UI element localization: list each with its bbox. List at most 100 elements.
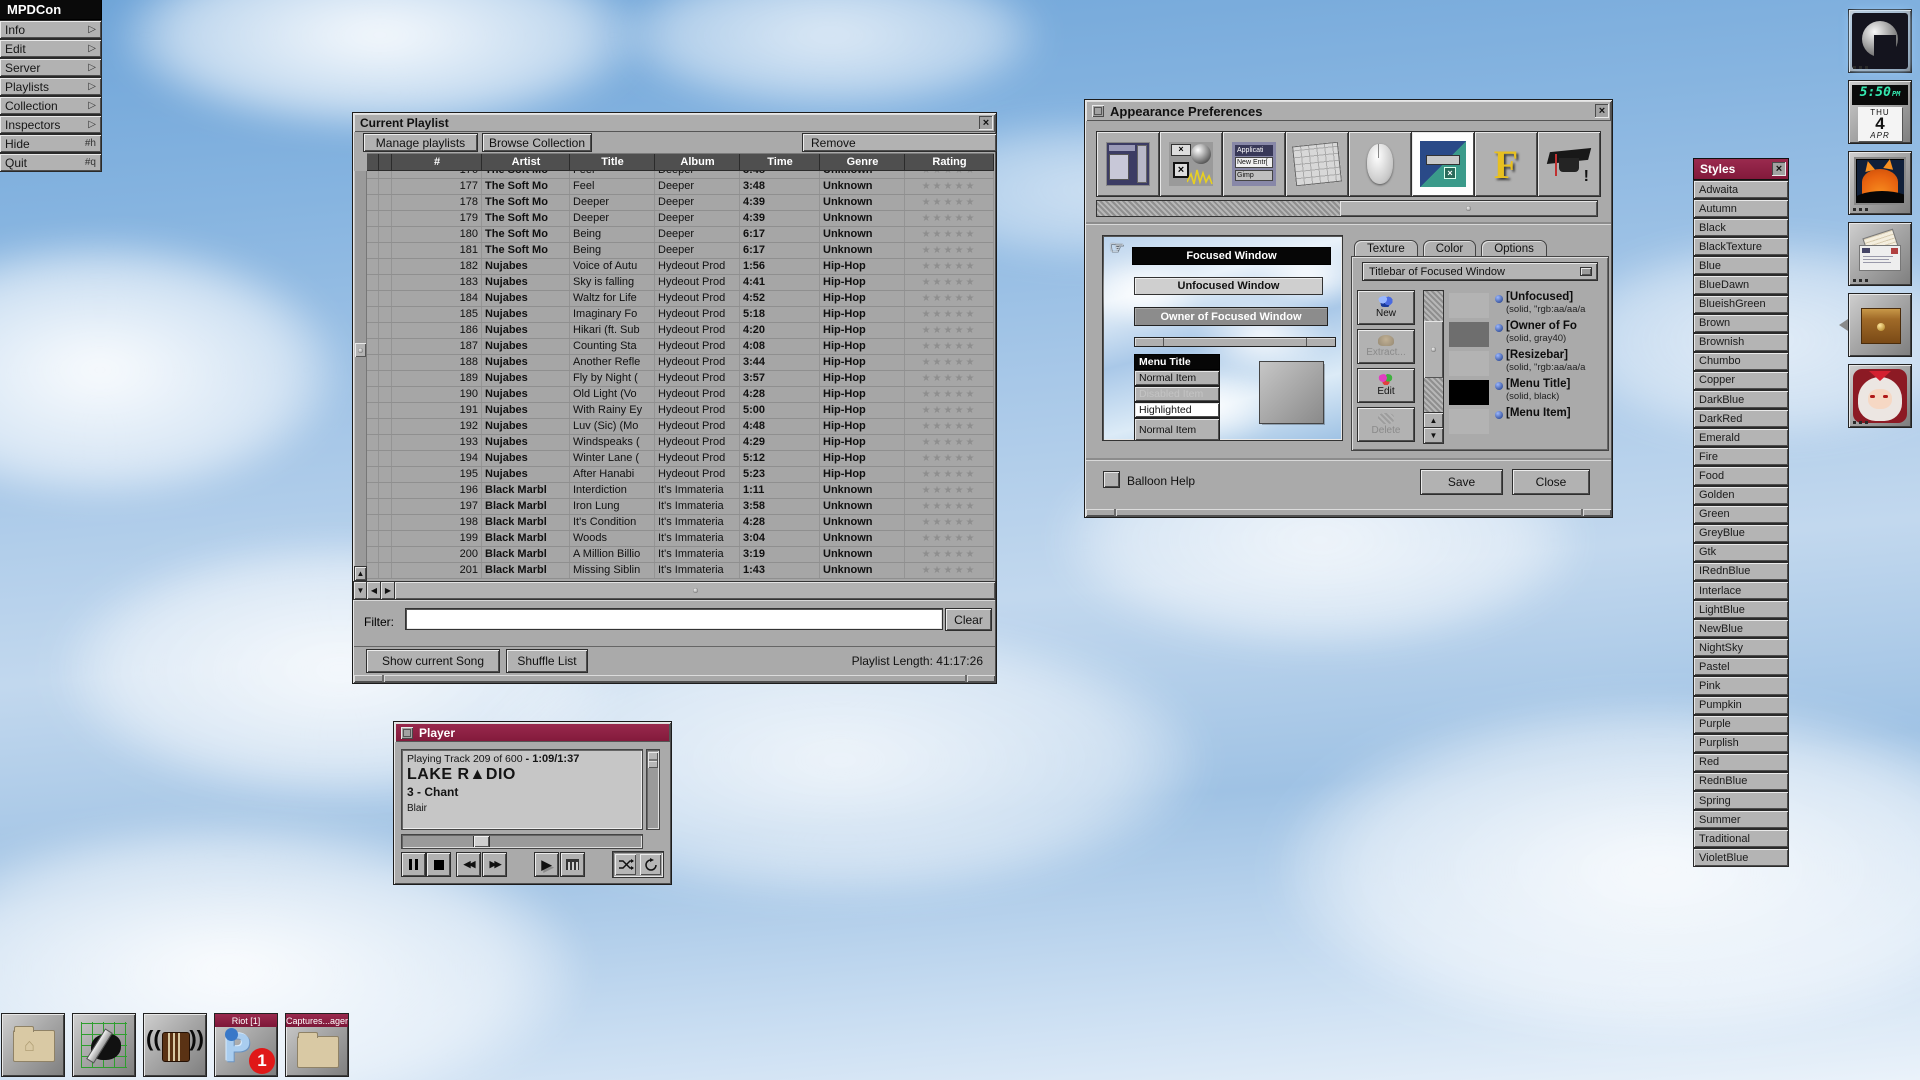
playlist-vertical-scrollbar[interactable]: ▲ <box>354 171 367 581</box>
texture-list-scrollbar[interactable]: ▲ ▼ <box>1424 291 1443 443</box>
playlist-horizontal-scrollbar[interactable]: ▼ ◀ ▶ <box>354 582 995 599</box>
header-album[interactable]: Album <box>655 153 740 171</box>
header-artist[interactable]: Artist <box>482 153 570 171</box>
style-item-violetblue[interactable]: VioletBlue <box>1694 849 1788 866</box>
header-rating[interactable]: Rating <box>905 153 994 171</box>
dock-drawer-tile[interactable] <box>1849 294 1911 356</box>
pause-button[interactable] <box>402 853 425 876</box>
riot-miniwindow[interactable]: Riot [1] P 1 <box>215 1014 277 1076</box>
style-item-pastel[interactable]: Pastel <box>1694 658 1788 675</box>
style-item-darkred[interactable]: DarkRed <box>1694 410 1788 427</box>
tab-color[interactable]: Color <box>1423 240 1476 258</box>
preview-unfocused-titlebar[interactable]: Unfocused Window <box>1135 278 1322 294</box>
styles-titlebar[interactable]: Styles × <box>1694 159 1788 179</box>
preview-resizebar[interactable] <box>1135 338 1335 346</box>
style-item-bluedawn[interactable]: BlueDawn <box>1694 276 1788 293</box>
home-folder-appicon[interactable]: ⌂ <box>2 1014 64 1076</box>
style-item-purplish[interactable]: Purplish <box>1694 735 1788 752</box>
new-texture-button[interactable]: New <box>1358 291 1414 324</box>
style-item-fire[interactable]: Fire <box>1694 448 1788 465</box>
style-item-lightblue[interactable]: LightBlue <box>1694 601 1788 618</box>
playlist-row[interactable]: 187NujabesCounting StaHydeout Prod4:08Hi… <box>367 339 994 355</box>
scrollbar-thumb[interactable] <box>355 343 366 357</box>
player-titlebar[interactable]: Player <box>395 723 670 742</box>
radio-appicon[interactable]: (( )) <box>144 1014 206 1076</box>
remove-dropdown[interactable]: Remove <box>803 134 996 151</box>
preview-focused-titlebar[interactable]: Focused Window <box>1133 248 1330 264</box>
shuffle-button[interactable] <box>615 854 636 875</box>
preview-menu-highlighted[interactable]: Highlighted <box>1135 403 1219 417</box>
style-item-darkblue[interactable]: DarkBlue <box>1694 391 1788 408</box>
style-item-chumbo[interactable]: Chumbo <box>1694 353 1788 370</box>
preview-owner-titlebar[interactable]: Owner of Focused Window <box>1135 308 1327 325</box>
playlist-row[interactable]: 188NujabesAnother RefleHydeout Prod3:44H… <box>367 355 994 371</box>
style-item-pink[interactable]: Pink <box>1694 677 1788 694</box>
style-item-emerald[interactable]: Emerald <box>1694 429 1788 446</box>
scrollbar-track[interactable] <box>395 582 995 599</box>
style-item-summer[interactable]: Summer <box>1694 811 1788 828</box>
miniaturize-icon[interactable] <box>401 727 413 739</box>
toolbar-scrollbar-knob[interactable] <box>1340 201 1597 216</box>
style-item-irednblue[interactable]: IRednBlue <box>1694 563 1788 580</box>
style-item-interlace[interactable]: Interlace <box>1694 582 1788 599</box>
toolbar-menu-style-button[interactable]: Applicati New Entr[ Gimp <box>1223 132 1285 196</box>
playlist-row[interactable]: 180The Soft MoBeingDeeper6:17Unknown★★★★… <box>367 227 994 243</box>
style-item-purple[interactable]: Purple <box>1694 716 1788 733</box>
rewind-button[interactable]: ◀◀ <box>457 853 480 876</box>
dock-clock-tile[interactable]: 5:50PM THU 4 APR <box>1849 81 1911 143</box>
playlist-row[interactable]: 200Black MarblA Million BillioIt's Immat… <box>367 547 994 563</box>
scroll-down-icon[interactable]: ▼ <box>1424 428 1443 443</box>
texture-target-dropdown[interactable]: Titlebar of Focused Window <box>1363 263 1597 280</box>
style-item-newblue[interactable]: NewBlue <box>1694 620 1788 637</box>
mpdcon-item-edit[interactable]: Edit▷ <box>0 40 101 57</box>
mpdcon-item-quit[interactable]: Quit#q <box>0 154 101 171</box>
mpdcon-item-collection[interactable]: Collection▷ <box>0 97 101 114</box>
manage-playlists-button[interactable]: Manage playlists <box>364 134 477 151</box>
captures-miniwindow[interactable]: Captures...ager <box>286 1014 348 1076</box>
style-item-spring[interactable]: Spring <box>1694 792 1788 809</box>
seek-thumb[interactable] <box>473 836 490 847</box>
close-icon[interactable]: × <box>1595 104 1609 118</box>
save-button[interactable]: Save <box>1421 470 1502 494</box>
dock-collapse-arrow-icon[interactable] <box>1839 319 1848 331</box>
miniaturize-icon[interactable] <box>1092 105 1104 117</box>
playlist-row[interactable]: 190NujabesOld Light (VoHydeout Prod4:28H… <box>367 387 994 403</box>
toolbar-window-texture-button[interactable]: × <box>1412 132 1474 196</box>
style-item-blueishgreen[interactable]: BlueishGreen <box>1694 296 1788 313</box>
volume-thumb[interactable] <box>648 752 658 768</box>
stop-button[interactable] <box>427 853 450 876</box>
toolbar-scrollbar[interactable] <box>1097 201 1597 216</box>
mpdcon-item-inspectors[interactable]: Inspectors▷ <box>0 116 101 133</box>
resize-bar[interactable] <box>1086 509 1611 516</box>
mpdcon-item-info[interactable]: Info▷ <box>0 21 101 38</box>
dock-chat-tile[interactable] <box>1849 365 1911 427</box>
scroll-up-icon[interactable]: ▲ <box>355 567 366 580</box>
playlist-row[interactable]: 192NujabesLuv (Sic) (MoHydeout Prod4:48H… <box>367 419 994 435</box>
shuffle-list-button[interactable]: Shuffle List <box>507 650 587 672</box>
playlist-titlebar[interactable]: Current Playlist × <box>354 114 995 132</box>
playlist-row[interactable]: 194NujabesWinter Lane (Hydeout Prod5:12H… <box>367 451 994 467</box>
delete-texture-button[interactable]: Delete <box>1358 408 1414 441</box>
theme-preview-panel[interactable]: ☞ Focused Window Unfocused Window Owner … <box>1103 236 1342 440</box>
tab-texture[interactable]: Texture <box>1354 240 1418 258</box>
texture-entry[interactable]: [Menu Title](solid, black) <box>1447 378 1603 407</box>
mpdcon-item-hide[interactable]: Hide#h <box>0 135 101 152</box>
mpdcon-item-server[interactable]: Server▷ <box>0 59 101 76</box>
scroll-up-icon[interactable]: ▲ <box>1424 413 1443 428</box>
close-icon[interactable]: × <box>1772 162 1786 176</box>
header-time[interactable]: Time <box>740 153 820 171</box>
texture-entry[interactable]: [Resizebar](solid, "rgb:aa/aa/a <box>1447 349 1603 378</box>
playlist-row[interactable]: 183NujabesSky is fallingHydeout Prod4:41… <box>367 275 994 291</box>
playlist-row[interactable]: 179The Soft MoDeeperDeeper4:39Unknown★★★… <box>367 211 994 227</box>
extract-texture-button[interactable]: Extract... <box>1358 330 1414 363</box>
volume-slider[interactable] <box>647 750 659 829</box>
playlist-row[interactable]: 197Black MarblIron LungIt's Immateria3:5… <box>367 499 994 515</box>
playlist-row[interactable]: 193NujabesWindspeaks (Hydeout Prod4:29Hi… <box>367 435 994 451</box>
playlist-row[interactable]: 196Black MarblInterdictionIt's Immateria… <box>367 483 994 499</box>
style-item-rednblue[interactable]: RednBlue <box>1694 773 1788 790</box>
style-item-traditional[interactable]: Traditional <box>1694 830 1788 847</box>
style-item-green[interactable]: Green <box>1694 506 1788 523</box>
clear-button[interactable]: Clear <box>946 609 991 630</box>
playlist-row[interactable]: 195NujabesAfter HanabiHydeout Prod5:23Hi… <box>367 467 994 483</box>
texture-entry[interactable]: [Menu Item] <box>1447 407 1603 436</box>
